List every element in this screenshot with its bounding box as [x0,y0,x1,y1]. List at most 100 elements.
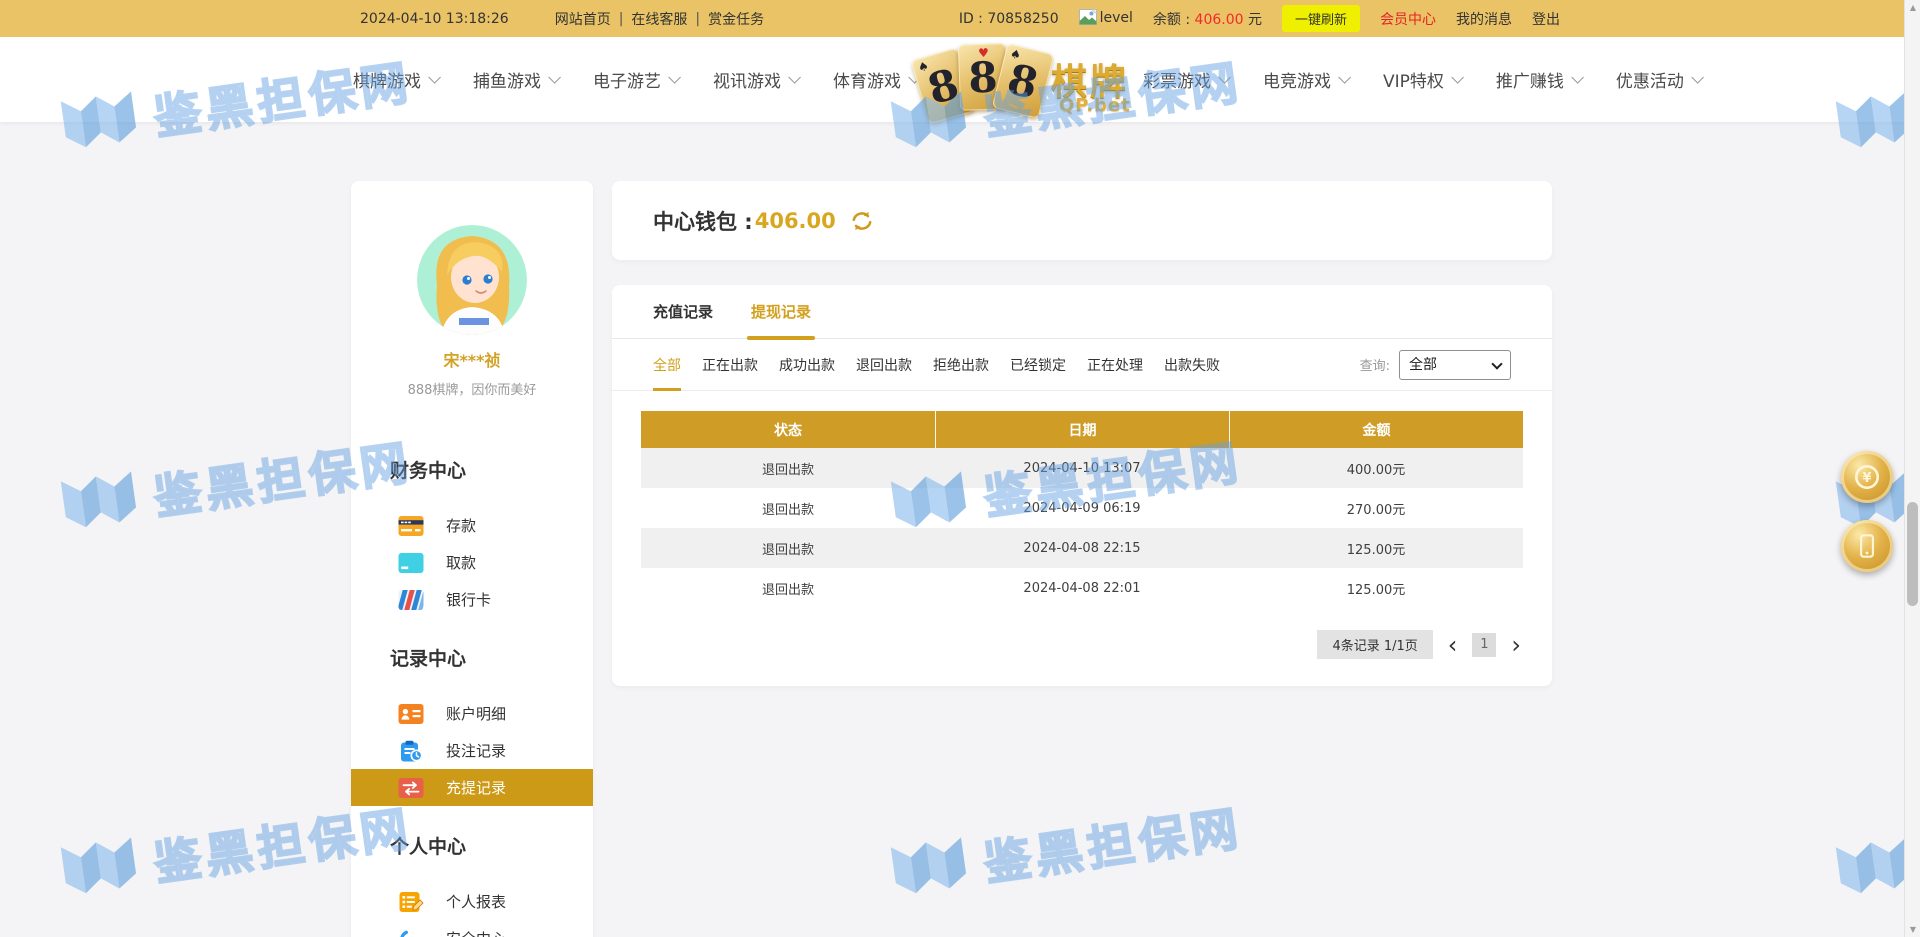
level-badge: level [1079,9,1133,29]
nav-item-label: 体育游戏 [833,67,901,92]
nav-item-board-games[interactable]: 棋牌游戏 [353,67,437,92]
chevron-down-icon [788,71,801,84]
filter-all[interactable]: 全部 [653,339,681,390]
bank-card-icon [398,589,424,611]
table-cell: 退回出款 [641,448,935,488]
filter-paying-out[interactable]: 正在出款 [702,339,758,390]
nav-item-esports-games[interactable]: 电竞游戏 [1263,67,1347,92]
sidebar-section-items: 账户明细投注记录充提记录 [351,695,593,806]
sidebar-section-title: 个人中心 [351,832,593,859]
filter-processing[interactable]: 正在处理 [1087,339,1143,390]
records-card: 充值记录 提现记录 全部正在出款成功出款退回出款拒绝出款已经锁定正在处理出款失败… [612,285,1552,686]
bounty-task-link[interactable]: 赏金任务 [708,9,764,29]
watermark: 鉴黑担保网 [881,783,1247,912]
table-cell: 125.00元 [1229,568,1523,608]
filter-rejected[interactable]: 拒绝出款 [933,339,989,390]
sidebar-item-bank-card[interactable]: 银行卡 [351,581,593,618]
online-service-link[interactable]: 在线客服 [631,9,687,29]
sidebar-item-bet-record[interactable]: 投注记录 [351,732,593,769]
link-separator: | [619,11,624,27]
logout-link[interactable]: 登出 [1532,9,1560,29]
watermark-logo-icon [881,821,977,912]
scroll-up-icon[interactable]: ▲ [1905,3,1920,12]
watermark-text: 鉴黑担保网 [979,789,1246,894]
chevron-down-icon [1451,71,1464,84]
account-detail-icon [398,703,424,725]
nav-item-label: 电竞游戏 [1263,67,1331,92]
chevron-down-icon [548,71,561,84]
sidebar-item-deposit[interactable]: 存款 [351,507,593,544]
sidebar-item-deposit-withdraw-record[interactable]: 充提记录 [351,769,593,806]
table-cell: 2024-04-09 06:19 [935,488,1229,528]
table-header-cell: 日期 [935,411,1229,448]
filter-returned[interactable]: 退回出款 [856,339,912,390]
nav-item-fishing-games[interactable]: 捕鱼游戏 [473,67,557,92]
one-key-refresh-button[interactable]: 一键刷新 [1282,5,1360,32]
sidebar-item-withdraw[interactable]: 取款 [351,544,593,581]
nav-item-promotion-earn[interactable]: 推广赚钱 [1496,67,1580,92]
scroll-down-icon[interactable]: ▼ [1905,925,1920,934]
query-select[interactable]: 全部 [1399,350,1511,380]
sidebar-item-label: 个人报表 [446,891,506,912]
sidebar-section-items: 个人报表安全中心 [351,883,593,937]
card-suit-icon: ♥ [978,46,989,60]
withdraw-card-icon [398,552,424,574]
logo-domain: QP.bet [1059,95,1131,116]
table-body: 退回出款2024-04-10 13:07400.00元退回出款2024-04-0… [641,448,1523,608]
scrollbar-track[interactable]: ▲ ▼ [1904,0,1920,937]
watermark-logo-icon [51,821,147,912]
table-cell: 400.00元 [1229,448,1523,488]
gold-coin-button[interactable]: ¥ [1841,451,1893,503]
tab-deposit-records[interactable]: 充值记录 [653,285,713,338]
balance-value: 406.00 [1195,12,1244,28]
nav-item-vip-privilege[interactable]: VIP特权 [1383,67,1460,92]
nav-item-lottery-games[interactable]: 彩票游戏 [1143,67,1227,92]
sidebar-item-security-center[interactable]: 安全中心 [351,920,593,937]
sidebar-item-label: 银行卡 [446,589,491,610]
nav-item-sports-games[interactable]: 体育游戏 [833,67,917,92]
topbar: 2024-04-10 13:18:26 网站首页|在线客服|赏金任务 ID : … [0,0,1920,37]
next-page-icon[interactable]: › [1511,634,1521,656]
nav-right-group: 彩票游戏 电竞游戏 VIP特权 推广赚钱 优惠活动 [1143,67,1700,92]
sidebar-item-personal-report[interactable]: 个人报表 [351,883,593,920]
member-center-link[interactable]: 会员中心 [1380,9,1436,29]
sidebar-section-title: 记录中心 [351,644,593,671]
home-link[interactable]: 网站首页 [555,9,611,29]
page-number[interactable]: 1 [1472,633,1496,657]
nav-item-live-video-games[interactable]: 视讯游戏 [713,67,797,92]
prev-page-icon[interactable]: ‹ [1448,634,1458,656]
table-cell: 退回出款 [641,568,935,608]
sidebar-item-label: 投注记录 [446,740,506,761]
nav-item-slot-games[interactable]: 电子游艺 [593,67,677,92]
bet-record-icon [398,740,424,762]
card-suit-icon: ♠ [1009,46,1023,62]
balance: 余额 : 406.00 元 [1153,9,1262,29]
filter-failed[interactable]: 出款失败 [1164,339,1220,390]
sidebar-section-title: 财务中心 [351,456,593,483]
table-cell: 2024-04-10 13:07 [935,448,1229,488]
query-select-wrap: 全部 [1399,350,1511,380]
pagination: 4条记录 1/1页 ‹ 1 › [612,630,1521,659]
sidebar-section: 个人中心个人报表安全中心 [351,832,593,937]
wallet-refresh-icon[interactable] [850,209,874,233]
level-label: level [1100,10,1133,26]
nav-item-label: 推广赚钱 [1496,67,1564,92]
nav-item-label: 捕鱼游戏 [473,67,541,92]
nav-left-group: 棋牌游戏 捕鱼游戏 电子游艺 视讯游戏 体育游戏 [353,67,917,92]
site-logo[interactable]: 8♠8♥8♠棋牌 QP.bet [917,37,1143,122]
chevron-down-icon [1218,71,1231,84]
my-messages-link[interactable]: 我的消息 [1456,9,1512,29]
wallet-card: 中心钱包 : 406.00 [612,181,1552,260]
transfer-record-icon [398,777,424,799]
nav-item-label: 电子游艺 [593,67,661,92]
scrollbar-thumb[interactable] [1907,502,1918,606]
filter-locked[interactable]: 已经锁定 [1010,339,1066,390]
mobile-app-button[interactable] [1841,520,1893,572]
tab-withdrawal-records[interactable]: 提现记录 [751,285,811,338]
filter-paid-success[interactable]: 成功出款 [779,339,835,390]
nav-item-label: 棋牌游戏 [353,67,421,92]
query-group: 查询: 全部 [1360,350,1511,380]
sidebar-item-account-detail[interactable]: 账户明细 [351,695,593,732]
watermark-logo-icon [51,455,147,546]
nav-item-promo-activities[interactable]: 优惠活动 [1616,67,1700,92]
